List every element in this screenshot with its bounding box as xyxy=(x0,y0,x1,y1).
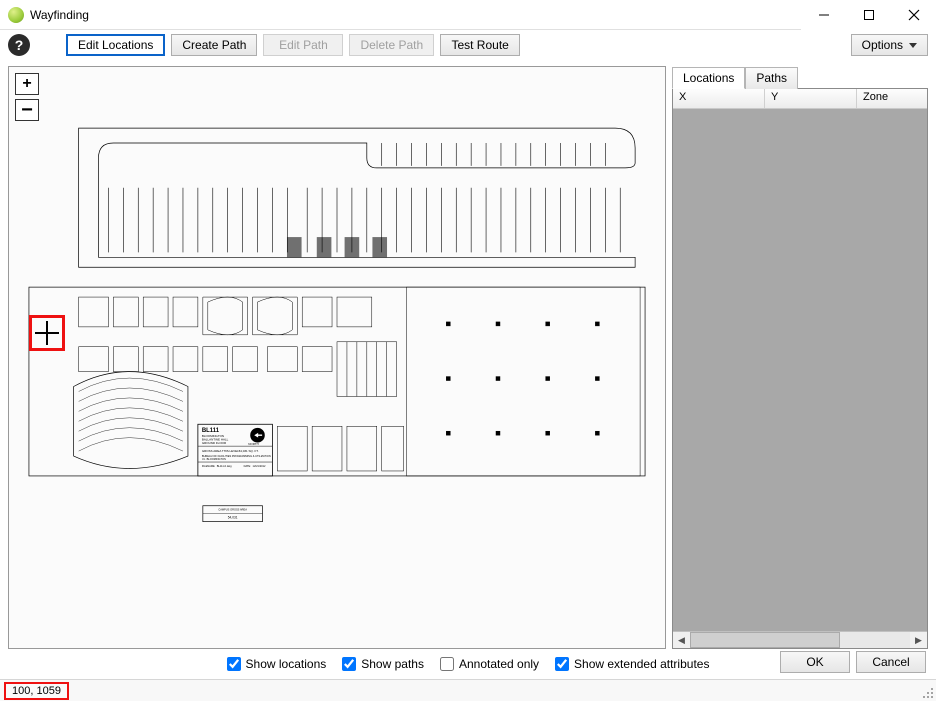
app-icon xyxy=(8,7,24,23)
tb-date-value: 12/21/2012 xyxy=(253,464,266,468)
ok-button[interactable]: OK xyxy=(780,651,850,673)
cg-label: CAMPUS GROSS AREA xyxy=(218,508,247,512)
statusbar: 100, 1059 xyxy=(0,679,936,701)
tb-floor: GROUND FLOOR xyxy=(202,441,226,445)
chk-show-extended[interactable]: Show extended attributes xyxy=(555,657,709,671)
tb-filename-value: BL111-0.dwg xyxy=(217,464,232,468)
col-zone[interactable]: Zone xyxy=(857,89,927,108)
chk-show-locations-label: Show locations xyxy=(246,657,327,671)
titlebar: Wayfinding xyxy=(0,0,936,30)
scroll-left-icon[interactable]: ◀ xyxy=(673,632,690,649)
edit-path-button: Edit Path xyxy=(263,34,343,56)
map-canvas[interactable]: + − xyxy=(8,66,666,649)
chk-show-locations-input[interactable] xyxy=(227,657,241,671)
minimize-button[interactable] xyxy=(801,0,846,30)
maximize-button[interactable] xyxy=(846,0,891,30)
chk-show-paths[interactable]: Show paths xyxy=(342,657,424,671)
tb-area-label: GROSS AREA THIS LEVEL: xyxy=(202,449,240,453)
zoom-out-button[interactable]: − xyxy=(15,99,39,121)
chevron-down-icon xyxy=(909,43,917,48)
grid-body[interactable] xyxy=(673,109,927,631)
right-panel: Locations Paths X Y Zone ◀ ▶ xyxy=(672,66,928,649)
chk-annotated-only-label: Annotated only xyxy=(459,657,539,671)
dialog-actions: OK Cancel xyxy=(780,651,926,673)
chk-show-paths-label: Show paths xyxy=(361,657,424,671)
horizontal-scrollbar[interactable]: ◀ ▶ xyxy=(673,631,927,648)
cg-value: 54,031 xyxy=(228,516,238,520)
cursor-coordinates: 100, 1059 xyxy=(4,682,69,700)
col-y[interactable]: Y xyxy=(765,89,857,108)
test-route-button[interactable]: Test Route xyxy=(440,34,520,56)
create-path-button[interactable]: Create Path xyxy=(171,34,257,56)
close-button[interactable] xyxy=(891,0,936,30)
content: + − xyxy=(0,60,936,649)
chk-show-extended-input[interactable] xyxy=(555,657,569,671)
tabs: Locations Paths xyxy=(672,66,928,88)
zoom-in-button[interactable]: + xyxy=(15,73,39,95)
floorplan: BL111 BLOOMINGTON BALLANTINE HALL GROUND… xyxy=(19,87,655,527)
chk-show-locations[interactable]: Show locations xyxy=(227,657,327,671)
tb-date-label: DATE: xyxy=(244,464,252,468)
scroll-right-icon[interactable]: ▶ xyxy=(910,632,927,649)
chk-annotated-only[interactable]: Annotated only xyxy=(440,657,539,671)
delete-path-button: Delete Path xyxy=(349,34,434,56)
tb-filename-label: FILENAME xyxy=(202,464,215,468)
tb-iu: I.U. BLOOMINGTON xyxy=(202,457,226,461)
grid-header: X Y Zone xyxy=(673,89,927,109)
toolbar: ? Edit Locations Create Path Edit Path D… xyxy=(0,30,936,60)
tb-north: NORTH xyxy=(248,442,259,446)
cancel-button[interactable]: Cancel xyxy=(856,651,926,673)
tb-area-value: 54,031 SQ. FT. xyxy=(239,449,259,453)
locations-grid[interactable]: X Y Zone ◀ ▶ xyxy=(672,88,928,649)
options-label: Options xyxy=(862,38,903,52)
chk-annotated-only-input[interactable] xyxy=(440,657,454,671)
col-x[interactable]: X xyxy=(673,89,765,108)
resize-grip-icon[interactable] xyxy=(922,687,934,699)
options-button[interactable]: Options xyxy=(851,34,928,56)
window-controls xyxy=(801,0,936,30)
scroll-thumb[interactable] xyxy=(690,632,840,648)
edit-locations-button[interactable]: Edit Locations xyxy=(66,34,165,56)
cursor-marker xyxy=(29,315,65,351)
window-title: Wayfinding xyxy=(30,8,89,22)
tab-paths[interactable]: Paths xyxy=(745,67,798,89)
chk-show-paths-input[interactable] xyxy=(342,657,356,671)
chk-show-extended-label: Show extended attributes xyxy=(574,657,709,671)
zoom-controls: + − xyxy=(15,73,39,121)
help-button[interactable]: ? xyxy=(8,34,30,56)
tab-locations[interactable]: Locations xyxy=(672,67,745,89)
